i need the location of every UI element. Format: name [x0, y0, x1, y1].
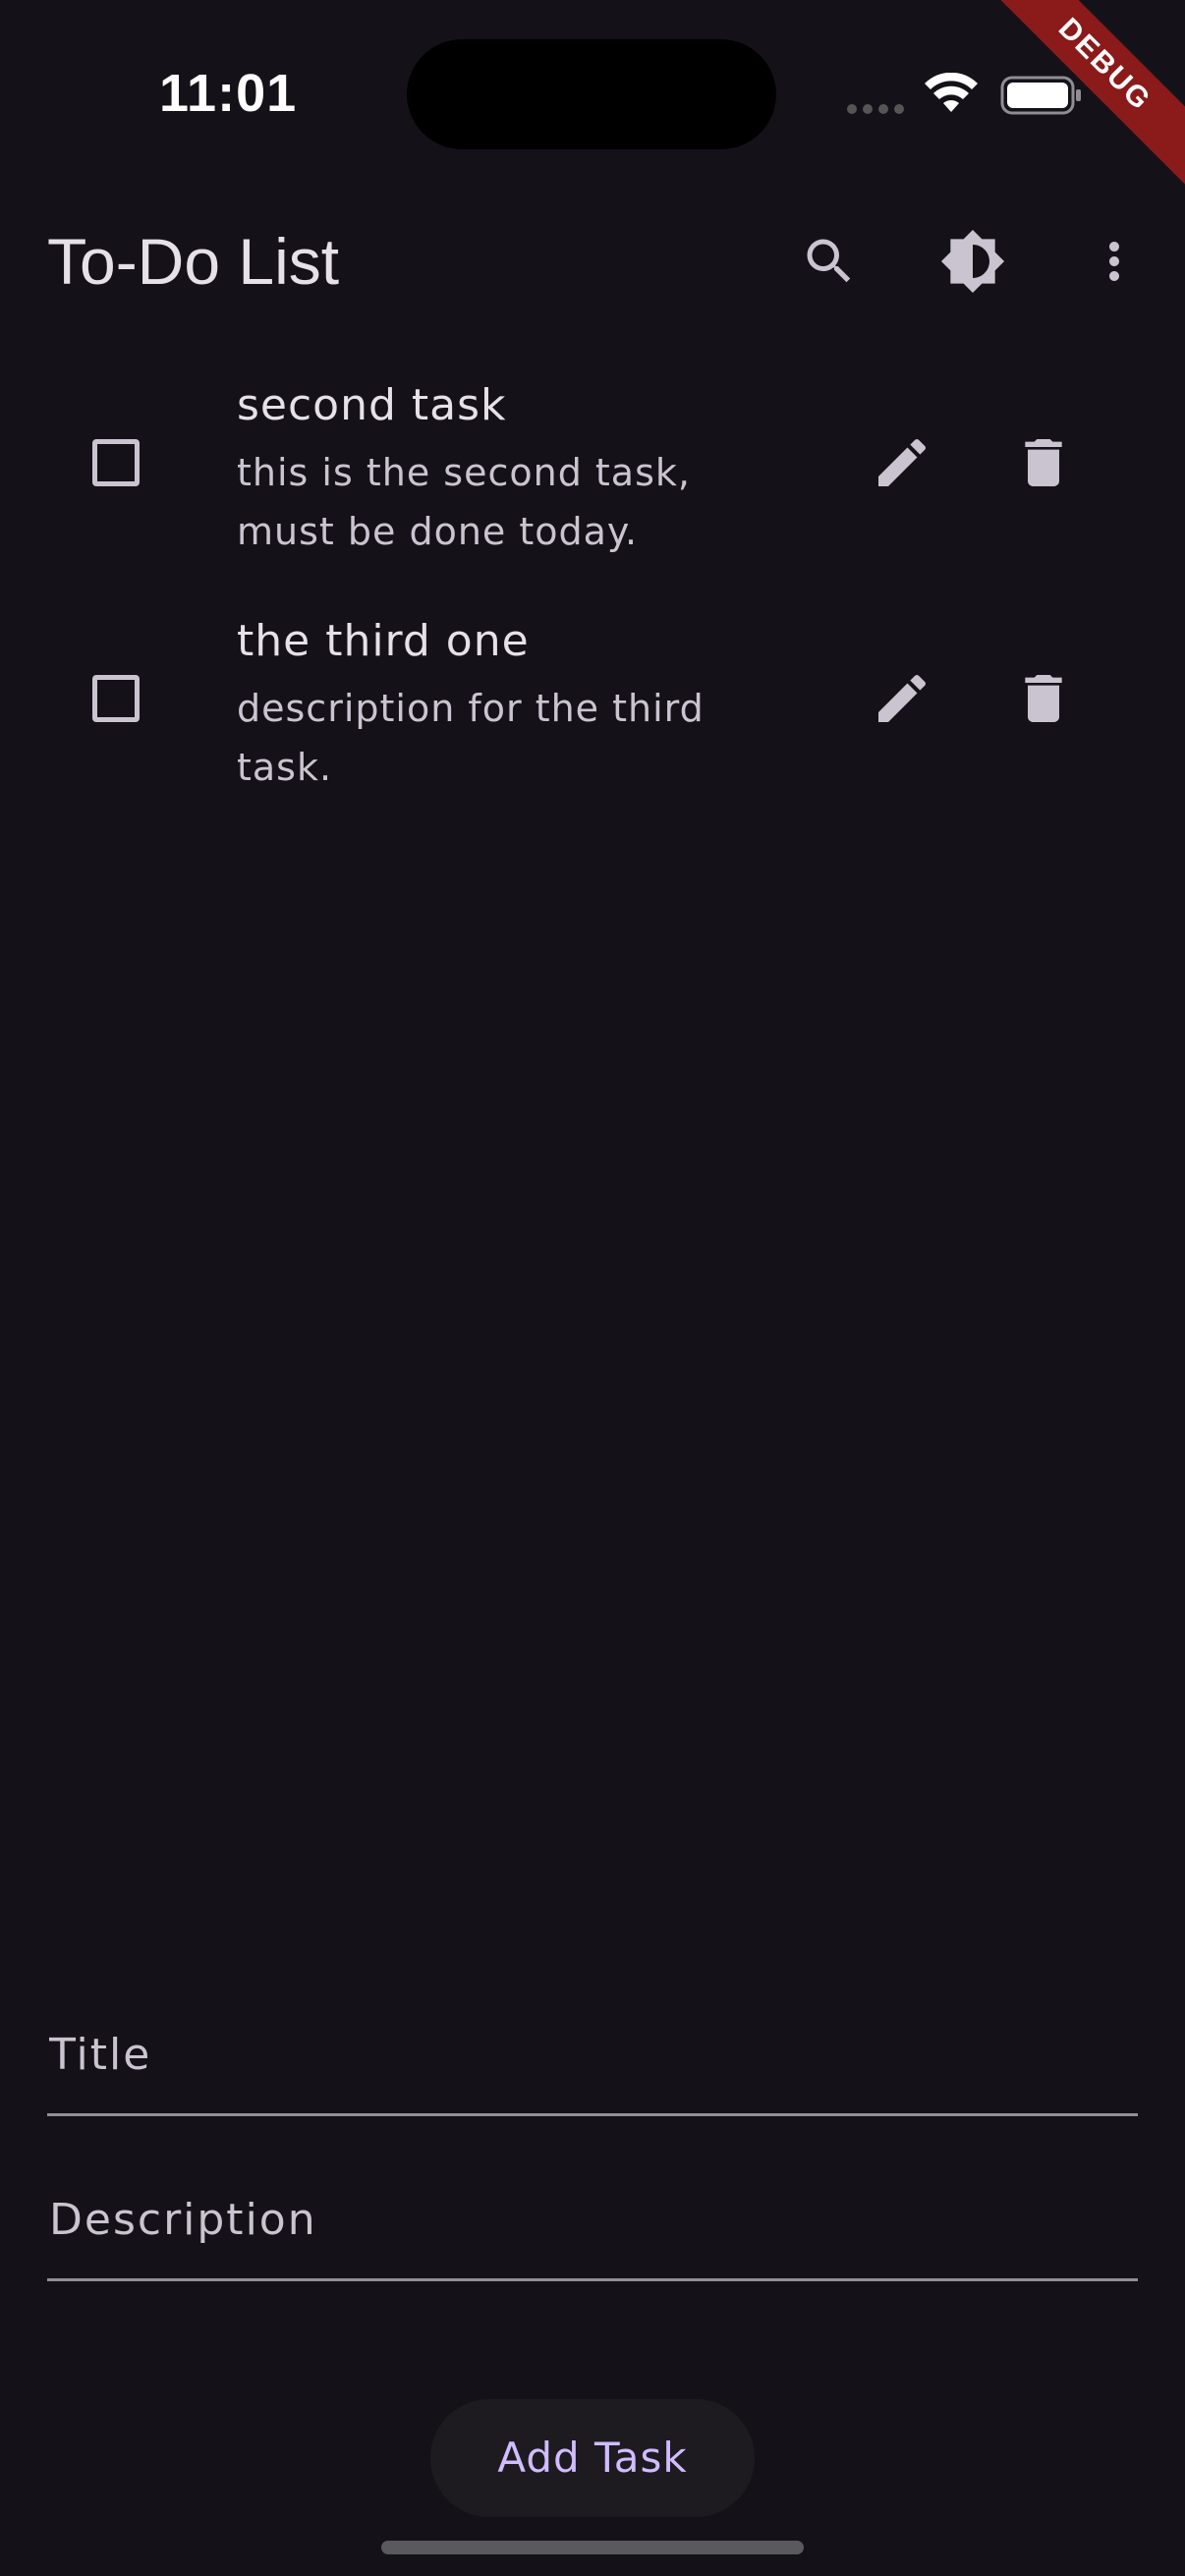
edit-icon	[878, 438, 927, 486]
battery-icon	[1000, 76, 1081, 115]
task-item: the third one description for the third …	[0, 604, 1185, 840]
task-checkbox[interactable]	[92, 675, 140, 722]
task-item: second task this is the second task, mus…	[0, 368, 1185, 604]
brightness-icon	[940, 229, 1005, 294]
edit-icon	[878, 674, 927, 722]
task-description: description for the third task.	[237, 687, 705, 789]
task-checkbox[interactable]	[92, 439, 140, 486]
search-button[interactable]	[790, 222, 869, 301]
cellular-signal-icon	[847, 104, 906, 114]
delete-task-button[interactable]	[1004, 423, 1083, 502]
app-screen: 11:01 DEBUG To-Do List second task this …	[0, 0, 1185, 2576]
description-field	[47, 2160, 1140, 2281]
edit-task-button[interactable]	[863, 659, 941, 738]
add-task-button[interactable]: Add Task	[430, 2399, 755, 2517]
delete-icon	[1025, 439, 1062, 486]
status-time: 11:01	[159, 64, 298, 123]
dynamic-island	[407, 39, 776, 149]
title-input[interactable]	[47, 1995, 1140, 2113]
more-options-button[interactable]	[1075, 222, 1154, 301]
edit-task-button[interactable]	[863, 423, 941, 502]
more-vert-icon	[1109, 242, 1119, 281]
home-indicator	[381, 2541, 804, 2554]
search-icon	[807, 239, 851, 283]
task-title: the third one	[237, 616, 530, 666]
delete-task-button[interactable]	[1004, 659, 1083, 738]
title-field	[47, 1995, 1140, 2116]
wifi-icon	[925, 73, 978, 112]
theme-toggle-button[interactable]	[933, 222, 1012, 301]
page-title: To-Do List	[47, 225, 340, 298]
description-input[interactable]	[47, 2160, 1140, 2278]
delete-icon	[1025, 675, 1062, 722]
task-description: this is the second task, must be done to…	[237, 451, 691, 553]
task-title: second task	[237, 380, 507, 430]
